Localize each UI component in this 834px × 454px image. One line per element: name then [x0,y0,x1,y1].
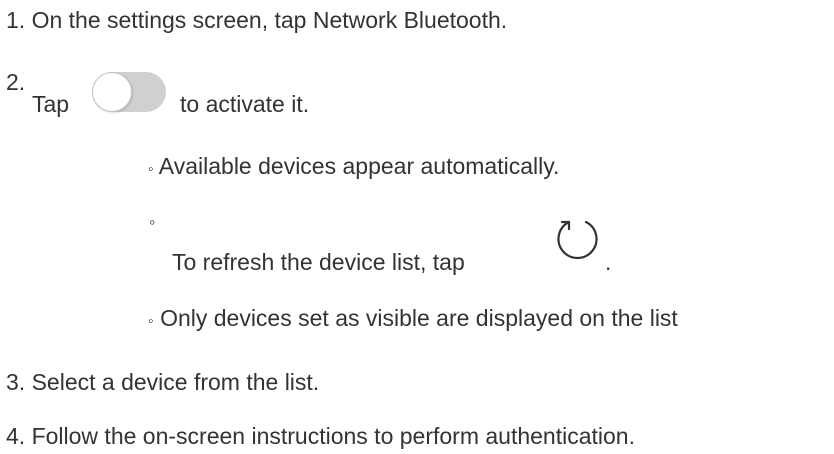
step-3-number: 3. [6,369,26,395]
bullet-3-marker: ◦ [148,313,154,330]
toggle-switch-off-icon [92,72,166,112]
step-4-text: Follow the on-screen instructions to per… [31,423,635,449]
step-2-text-before: Tap [32,91,70,117]
step-2-number: 2. [6,69,26,95]
step-1: 1. On the settings screen, tap Network B… [6,6,507,34]
step-1-text: On the settings screen, tap Network Blue… [31,7,508,33]
step-3-text: Select a device from the list. [31,369,320,395]
toggle-knob [92,72,132,112]
bullet-1-text: Available devices appear automatically. [158,153,560,179]
bullet-3: ◦ Only devices set as visible are displa… [148,304,678,336]
step-3: 3. Select a device from the list. [6,368,319,396]
bullet-1-marker: ◦ [148,161,154,178]
bullet-3-text: Only devices set as visible are displaye… [160,305,678,331]
bullet-2-suffix: . [605,249,612,275]
refresh-icon [557,220,598,260]
step-2-text-after: to activate it. [180,91,310,117]
step-1-number: 1. [6,7,26,33]
step-4: 4. Follow the on-screen instructions to … [6,422,635,450]
bullet-2-text: To refresh the device list, tap [172,249,465,275]
step-4-number: 4. [6,423,26,449]
bullet-2-marker: ◦ [149,212,156,232]
bullet-1: ◦ Available devices appear automatically… [148,152,559,184]
